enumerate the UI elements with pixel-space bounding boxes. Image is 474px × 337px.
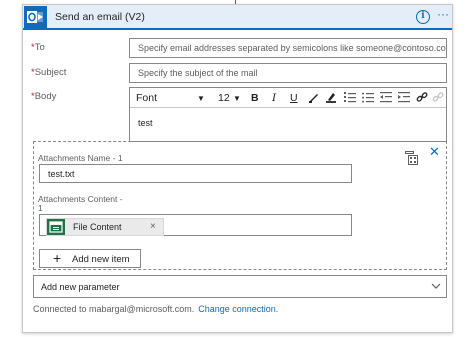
- body-label: *Body: [31, 91, 57, 102]
- connection-footer: Connected to mabargal@microsoft.com. Chan…: [33, 304, 278, 314]
- numbered-list-icon[interactable]: [344, 91, 356, 106]
- add-new-item-label: Add new item: [72, 254, 130, 265]
- file-content-token-label: File Content: [73, 222, 122, 232]
- font-select[interactable]: Font: [136, 92, 157, 104]
- add-new-parameter-dropdown[interactable]: Add new parameter: [33, 275, 447, 298]
- attachments-name-input[interactable]: test.txt: [39, 164, 352, 183]
- change-connection-link[interactable]: Change connection.: [198, 304, 278, 314]
- attachments-name-label: Attachments Name - 1: [38, 153, 123, 163]
- attachments-content-label: Attachments Content -: [38, 194, 123, 204]
- pen-icon[interactable]: [308, 91, 320, 106]
- file-content-token[interactable]: File Content ×: [46, 218, 164, 236]
- chevron-down-icon: [431, 281, 441, 291]
- subject-label: *Subject: [31, 67, 67, 78]
- unlink-icon: [432, 91, 444, 106]
- link-icon[interactable]: [416, 91, 428, 106]
- font-size-dropdown-icon[interactable]: ▼: [233, 94, 241, 103]
- add-new-item-button[interactable]: + Add new item: [39, 249, 141, 268]
- action-title: Send an email (V2): [55, 11, 145, 23]
- font-dropdown-icon[interactable]: ▼: [197, 94, 205, 103]
- subject-input[interactable]: Specify the subject of the mail: [129, 63, 447, 83]
- underline-button[interactable]: U: [290, 92, 298, 104]
- remove-token-icon[interactable]: ×: [150, 221, 156, 232]
- increase-indent-icon[interactable]: [398, 91, 410, 106]
- bold-button[interactable]: B: [251, 92, 259, 104]
- action-card: Send an email (V2) i ··· *To Specify ema…: [22, 4, 453, 333]
- highlight-icon[interactable]: [325, 91, 337, 106]
- outlook-icon: [24, 6, 47, 28]
- body-editor[interactable]: Font ▼ 12 ▼ B I U test: [129, 87, 447, 142]
- attachments-content-label-index: 1: [38, 203, 43, 213]
- body-text: test: [138, 118, 153, 128]
- action-header[interactable]: Send an email (V2) i ···: [23, 5, 452, 30]
- remove-attachment-icon[interactable]: ✕: [429, 144, 440, 160]
- italic-button[interactable]: I: [272, 92, 276, 104]
- plus-icon: +: [53, 250, 62, 266]
- to-label: *To: [31, 42, 45, 53]
- decrease-indent-icon[interactable]: [380, 91, 392, 106]
- switch-to-array-icon[interactable]: [405, 151, 418, 167]
- sharepoint-file-icon: [47, 219, 65, 235]
- more-options-icon[interactable]: ···: [437, 7, 449, 21]
- connected-text: Connected to mabargal@microsoft.com.: [33, 304, 195, 314]
- bullet-list-icon[interactable]: [362, 91, 374, 106]
- info-icon[interactable]: i: [416, 10, 430, 24]
- to-input[interactable]: Specify email addresses separated by sem…: [129, 38, 447, 58]
- editor-toolbar: Font ▼ 12 ▼ B I U: [130, 88, 446, 108]
- font-size-select[interactable]: 12: [218, 92, 230, 104]
- add-new-parameter-label: Add new parameter: [41, 282, 120, 292]
